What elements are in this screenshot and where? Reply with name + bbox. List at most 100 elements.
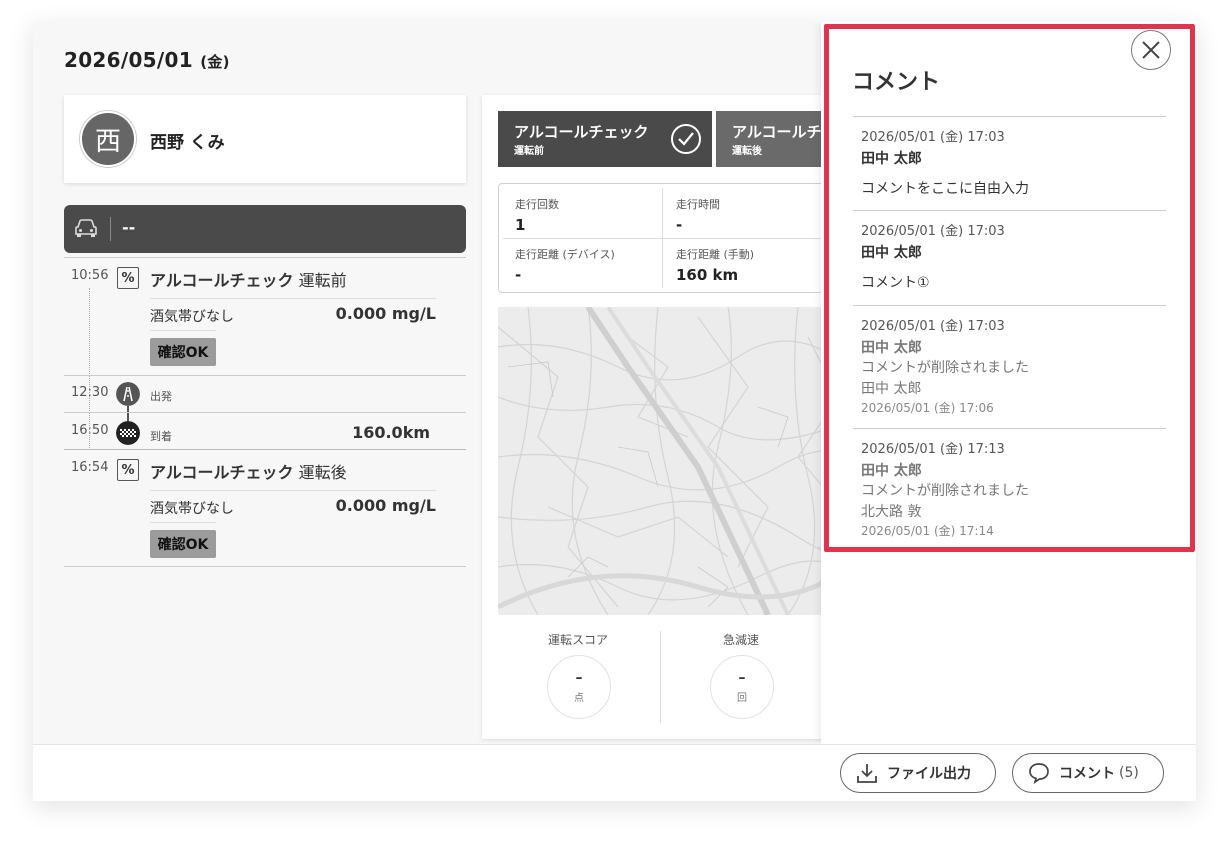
comment-author: 田中 太郎 — [861, 340, 922, 356]
score-unit: 回 — [737, 692, 747, 704]
file-export-button[interactable]: ファイル出力 — [840, 753, 996, 793]
tab-subtitle: 運転前 — [514, 146, 544, 157]
distance-value: 160.0km — [352, 423, 430, 442]
event-label: 到着 — [150, 430, 172, 443]
checkered-flag-icon — [116, 421, 140, 445]
comment-author: 田中 太郎 — [861, 151, 922, 167]
timeline-depart: 12:30 出発 — [64, 375, 466, 414]
result-row: 酒気帯びなし 0.000 mg/L — [150, 496, 436, 518]
timeline-connector — [89, 288, 90, 376]
comment-date: 2026/05/01 (金) 17:13 — [861, 442, 1005, 457]
divider — [150, 490, 436, 491]
comment-text: コメントが削除されました — [861, 360, 1029, 376]
timeline-check-before[interactable]: 10:56 % アルコールチェック 運転前 酒気帯びなし 0.000 mg/L … — [64, 257, 466, 376]
check-title-suffix: 運転前 — [298, 271, 347, 290]
download-icon — [857, 764, 877, 783]
check-title: アルコールチェック 運転後 — [150, 459, 347, 483]
driving-score: – 点 — [547, 655, 611, 719]
comment-author: 田中 太郎 — [861, 245, 922, 261]
stat-runs: 走行回数 1 — [515, 196, 675, 234]
button-label: ファイル出力 — [887, 766, 971, 782]
comment-date: 2026/05/01 (金) 17:03 — [861, 130, 1005, 145]
date-text: 2026/05/01 — [64, 48, 193, 72]
route-map[interactable] — [498, 307, 842, 615]
car-icon — [75, 219, 97, 237]
stat-distance-manual: 走行距離 (手動) 160 km — [676, 246, 836, 284]
comment-date: 2026/05/01 (金) 17:03 — [861, 319, 1005, 334]
check-title-main: アルコールチェック — [150, 463, 294, 482]
footer-bar: ファイル出力 コメント (5) — [33, 744, 1196, 801]
check-circle-icon — [671, 124, 701, 154]
driver-card: 西 西野 くみ — [64, 95, 466, 183]
hard-braking-count: – 回 — [710, 655, 774, 719]
result-value: 0.000 mg/L — [335, 496, 436, 515]
comment-item: 2026/05/01 (金) 17:03 田中 太郎 コメント① — [853, 210, 1166, 305]
comment-item-deleted: 2026/05/01 (金) 17:13 田中 太郎 コメントが削除されました … — [853, 428, 1166, 540]
deleted-by: 田中 太郎 — [861, 381, 922, 397]
comment-button[interactable]: コメント (5) — [1012, 753, 1164, 793]
score-unit: 点 — [574, 692, 584, 704]
timeline-connector — [89, 413, 90, 450]
divider — [660, 631, 661, 723]
result-label: 酒気帯びなし — [150, 309, 234, 325]
comment-item-deleted: 2026/05/01 (金) 17:03 田中 太郎 コメントが削除されました … — [853, 305, 1166, 428]
avatar: 西 — [80, 111, 136, 167]
trip-stats: 走行回数 1 走行時間 - 走行距離 (デバイス) - 走行距離 (手動) 16… — [498, 183, 842, 293]
result-value: 0.000 mg/L — [335, 304, 436, 323]
stat-time: 走行時間 - — [676, 196, 836, 234]
comment-count: (5) — [1119, 765, 1139, 781]
event-label: 出発 — [150, 390, 172, 403]
button-label: コメント — [1059, 766, 1115, 782]
tab-subtitle: 運転後 — [732, 146, 762, 157]
percent-icon: % — [117, 459, 139, 481]
deleted-at: 2026/05/01 (金) 17:06 — [861, 401, 994, 415]
vehicle-bar[interactable]: -- — [64, 205, 466, 253]
road-icon — [116, 382, 140, 406]
close-icon — [1142, 41, 1160, 59]
score-value: – — [738, 669, 746, 686]
comment-text: コメントをここに自由入力 — [861, 181, 1029, 197]
check-title: アルコールチェック 運転前 — [150, 267, 347, 291]
day-of-week: (金) — [200, 53, 230, 71]
comment-text: コメント① — [861, 275, 930, 291]
speech-bubble-icon — [1029, 763, 1049, 784]
trip-summary-panel: アルコールチェック 運転前 アルコールチェック 運転後 走行回数 1 走行時間 … — [482, 95, 842, 739]
timeline: 10:56 % アルコールチェック 運転前 酒気帯びなし 0.000 mg/L … — [64, 257, 466, 567]
alcohol-check-before-tab[interactable]: アルコールチェック 運転前 — [498, 111, 712, 167]
divider — [150, 330, 216, 331]
map-roads — [498, 307, 842, 615]
tab-title: アルコールチェック — [514, 123, 649, 141]
stat-value: - — [515, 266, 522, 284]
comment-list: 2026/05/01 (金) 17:03 田中 太郎 コメントをここに自由入力 … — [853, 116, 1166, 540]
stat-value: 1 — [515, 216, 526, 234]
comment-text: コメントが削除されました — [861, 483, 1029, 499]
route-line — [127, 413, 129, 421]
close-button[interactable] — [1131, 30, 1171, 70]
stat-distance-device: 走行距離 (デバイス) - — [515, 246, 675, 284]
timeline-arrive: 16:50 到着 160.0km — [64, 412, 466, 450]
divider — [150, 522, 216, 523]
status-badge: 確認OK — [150, 530, 216, 558]
divider — [110, 217, 111, 241]
divider — [503, 238, 842, 239]
stat-label: 走行回数 — [515, 198, 559, 211]
stat-value: - — [676, 216, 683, 234]
stat-label: 走行距離 (デバイス) — [515, 248, 615, 261]
percent-icon: % — [117, 267, 139, 289]
driver-name: 西野 くみ — [150, 133, 225, 153]
timeline-connector — [89, 376, 90, 413]
stat-label: 走行時間 — [676, 198, 720, 211]
timeline-check-after[interactable]: 16:54 % アルコールチェック 運転後 酒気帯びなし 0.000 mg/L … — [64, 449, 466, 567]
page-title: 2026/05/01 (金) — [64, 48, 230, 72]
check-title-main: アルコールチェック — [150, 271, 294, 290]
score-label: 運転スコア — [548, 633, 609, 647]
vehicle-plate: -- — [122, 218, 136, 237]
comments-title: コメント — [852, 70, 941, 95]
comment-date: 2026/05/01 (金) 17:03 — [861, 224, 1005, 239]
stat-label: 走行距離 (手動) — [676, 248, 755, 261]
comment-author: 田中 太郎 — [861, 463, 922, 479]
time: 16:54 — [71, 460, 109, 475]
deleted-at: 2026/05/01 (金) 17:14 — [861, 524, 994, 538]
divider — [150, 298, 436, 299]
score-label: 急減速 — [723, 633, 760, 647]
